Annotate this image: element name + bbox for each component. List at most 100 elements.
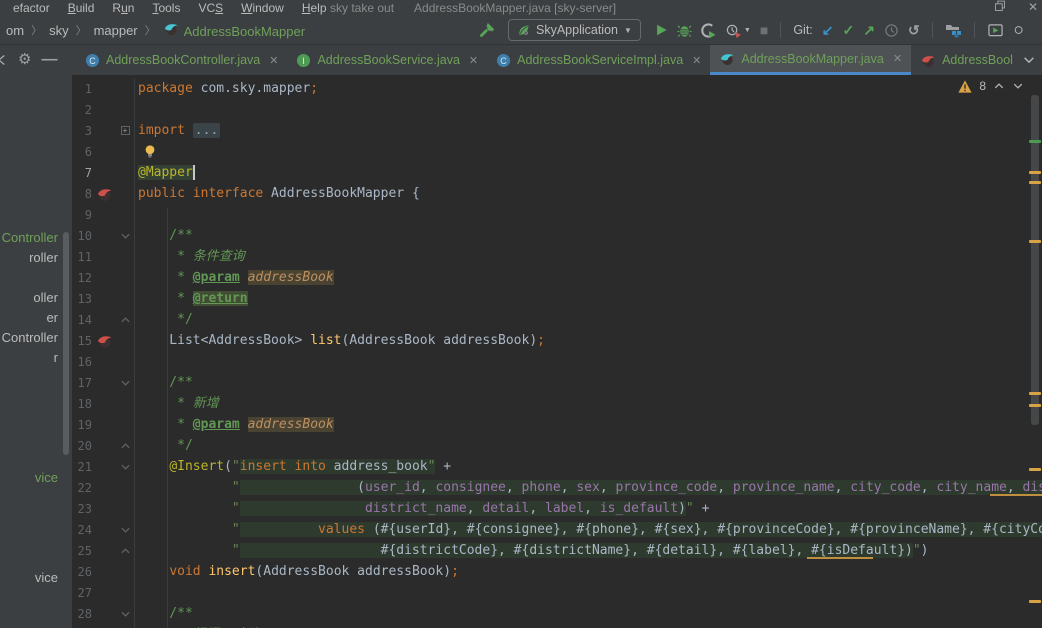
history-clock-icon[interactable] (884, 23, 899, 38)
breadcrumb-item-addressbookmapper[interactable]: AddressBookMapper (163, 21, 305, 39)
close-tab-icon[interactable]: ✕ (469, 54, 478, 67)
git-commit-icon[interactable]: ✓ (843, 23, 855, 37)
breadcrumb-item-om[interactable]: om (6, 23, 24, 38)
close-tab-icon[interactable]: ✕ (893, 52, 902, 65)
code-line-12[interactable]: 12 * @param addressBook (72, 267, 1042, 288)
fold-marker[interactable] (116, 519, 135, 540)
fold-marker[interactable] (116, 603, 135, 624)
close-window-icon[interactable]: ✕ (1028, 0, 1038, 14)
menu-item-tools[interactable]: Tools (143, 1, 189, 15)
code-line-7[interactable]: 7 @Mapper (72, 162, 1042, 183)
project-structure-icon[interactable] (945, 22, 962, 38)
editor-tab-addressbookmapper-java[interactable]: AddressBookMapper.java ✕ (710, 45, 912, 75)
project-tree-item[interactable]: er (46, 310, 58, 325)
error-stripe-mark-yellow[interactable] (1029, 600, 1041, 603)
project-tree-item[interactable]: Controller (2, 230, 58, 245)
build-hammer-icon[interactable] (478, 22, 495, 39)
fold-marker[interactable] (116, 540, 135, 561)
fold-marker[interactable] (116, 309, 135, 330)
run-configuration-select[interactable]: SkyApplication ▼ (508, 19, 641, 41)
code-line-25[interactable]: 25 " #{districtCode}, #{districtName}, #… (72, 540, 1042, 561)
project-tree-item[interactable]: vice (35, 470, 58, 485)
menu-item-efactor[interactable]: efactor (4, 1, 59, 15)
code-line-28[interactable]: 28 /** (72, 603, 1042, 624)
editor-tab-addressbool[interactable]: AddressBool (911, 45, 1022, 75)
code-line-8[interactable]: 8 public interface AddressBookMapper { (72, 183, 1042, 204)
project-tree-item[interactable]: Controller (2, 330, 58, 345)
error-stripe-mark-yellow[interactable] (1029, 468, 1041, 471)
code-line-24[interactable]: 24 " values (#{userId}, #{consignee}, #{… (72, 519, 1042, 540)
close-tab-icon[interactable]: ✕ (269, 54, 278, 67)
editor-tab-addressbookserviceimpl-java[interactable]: C AddressBookServiceImpl.java ✕ (487, 45, 710, 75)
stop-button[interactable]: ■ (760, 23, 768, 37)
code-line-29[interactable]: 29 * 根据id查询 (72, 624, 1042, 628)
code-line-9[interactable]: 9 (72, 204, 1042, 225)
code-line-18[interactable]: 18 * 新增 (72, 393, 1042, 414)
project-panel-scrollbar[interactable] (63, 232, 69, 455)
code-line-10[interactable]: 10 /** (72, 225, 1042, 246)
project-tree-item[interactable]: r (54, 350, 58, 365)
search-everywhere-icon[interactable] (1013, 22, 1023, 38)
error-stripe-mark-yellow[interactable] (1029, 171, 1041, 174)
project-tree-item[interactable]: vice (35, 570, 58, 585)
project-tree-item[interactable]: oller (33, 290, 58, 305)
menu-item-run[interactable]: Run (103, 1, 143, 15)
error-stripe-mark-yellow[interactable] (1029, 181, 1041, 184)
next-problem-chevron-icon[interactable] (1012, 80, 1024, 92)
code-line-17[interactable]: 17 /** (72, 372, 1042, 393)
code-line-1[interactable]: 1 package com.sky.mapper; (72, 78, 1042, 99)
mybatis-mapper-gutter-icon[interactable] (92, 333, 116, 349)
settings-gear-icon[interactable]: ⚙ (18, 52, 31, 67)
code-line-2[interactable]: 2 (72, 99, 1042, 120)
profiler-button[interactable]: ▼ (725, 23, 751, 38)
code-line-15[interactable]: 15 List<AddressBook> list(AddressBook ad… (72, 330, 1042, 351)
code-line-20[interactable]: 20 */ (72, 435, 1042, 456)
error-stripe-mark-yellow[interactable] (1029, 392, 1041, 395)
editor-tab-addressbookcontroller-java[interactable]: C AddressBookController.java ✕ (76, 45, 287, 75)
code-line-26[interactable]: 26 void insert(AddressBook addressBook); (72, 561, 1042, 582)
menu-item-vcs[interactable]: VCS (189, 1, 232, 15)
breadcrumb-item-mapper[interactable]: mapper (94, 23, 138, 38)
close-tab-icon[interactable]: ✕ (692, 54, 701, 67)
rollback-icon[interactable]: ↺ (908, 23, 920, 37)
run-with-coverage-button[interactable] (701, 22, 716, 38)
fold-marker[interactable] (116, 372, 135, 393)
error-stripe-mark-yellow[interactable] (1029, 404, 1041, 407)
previous-problem-chevron-icon[interactable] (993, 80, 1005, 92)
fold-marker[interactable] (116, 456, 135, 477)
git-update-icon[interactable]: ↙ (822, 23, 834, 37)
editor-scrollbar-thumb[interactable] (1031, 95, 1039, 425)
code-line-19[interactable]: 19 * @param addressBook (72, 414, 1042, 435)
code-line-11[interactable]: 11 * 条件查询 (72, 246, 1042, 267)
code-line-21[interactable]: 21 @Insert("insert into address_book" + (72, 456, 1042, 477)
editor-tab-addressbookservice-java[interactable]: I AddressBookService.java ✕ (287, 45, 487, 75)
run-button[interactable] (654, 23, 668, 37)
error-stripe-mark-yellow[interactable] (1029, 240, 1041, 243)
code-line-13[interactable]: 13 * @return (72, 288, 1042, 309)
code-line-14[interactable]: 14 */ (72, 309, 1042, 330)
fold-marker[interactable] (116, 435, 135, 456)
error-stripe-mark-green[interactable] (1029, 140, 1041, 143)
code-line-22[interactable]: 22 " (user_id, consignee, phone, sex, pr… (72, 477, 1042, 498)
code-line-23[interactable]: 23 " district_name, detail, label, is_de… (72, 498, 1042, 519)
code-line-6[interactable]: 6 (72, 141, 1042, 162)
breadcrumb-item-sky[interactable]: sky (49, 23, 69, 38)
project-tool-window[interactable]: Controller roller oller er Controller r vice vi… (0, 75, 72, 628)
menu-item-build[interactable]: Build (59, 1, 104, 15)
project-tree-item[interactable]: roller (29, 250, 58, 265)
restore-window-icon[interactable] (994, 0, 1006, 14)
code-line-27[interactable]: 27 (72, 582, 1042, 603)
hide-panel-minus-icon[interactable]: — (41, 51, 57, 69)
back-arrow-icon[interactable] (0, 52, 8, 68)
git-push-icon[interactable]: ↗ (863, 23, 875, 37)
fold-marker[interactable]: + (116, 120, 135, 141)
inspection-widget[interactable]: 8 (958, 79, 1024, 93)
code-editor[interactable]: 1 package com.sky.mapper; 2 3 + import ... 6 7 @… (72, 75, 1042, 628)
code-line-16[interactable]: 16 (72, 351, 1042, 372)
fold-marker[interactable] (116, 225, 135, 246)
intention-bulb-icon[interactable] (143, 144, 157, 159)
run-tool-window-icon[interactable] (987, 23, 1004, 38)
mybatis-mapper-gutter-icon[interactable] (92, 186, 116, 202)
hidden-tabs-chevron-icon[interactable] (1022, 45, 1042, 75)
debug-button[interactable] (677, 23, 692, 38)
